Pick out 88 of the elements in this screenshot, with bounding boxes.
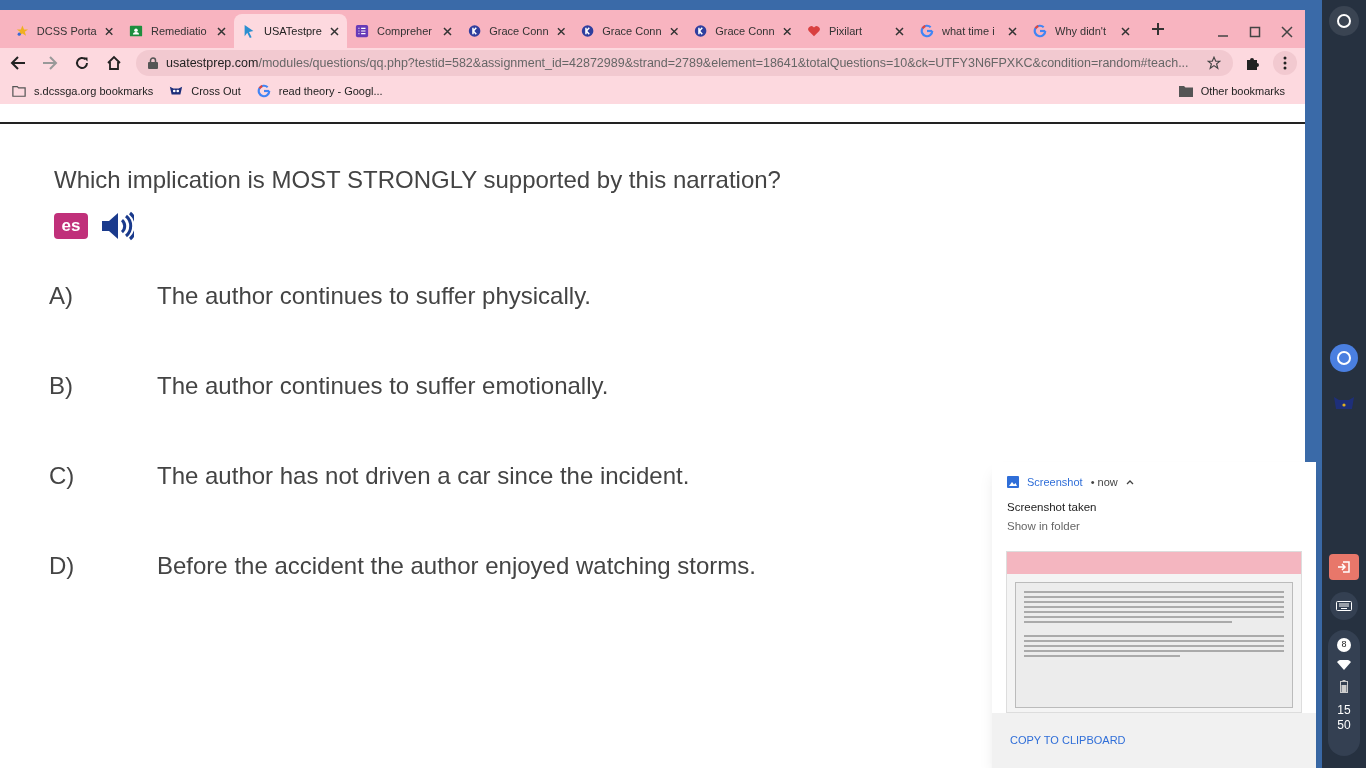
answer-letter: B)	[49, 371, 74, 401]
circle-icon	[1336, 350, 1352, 366]
star-icon[interactable]	[1207, 56, 1221, 70]
close-button[interactable]	[1281, 26, 1293, 38]
google-icon	[920, 24, 934, 38]
question-text: Which implication is MOST STRONGLY supported by this narration?	[54, 165, 782, 195]
notification-count: 8	[1337, 638, 1351, 652]
home-icon	[106, 55, 122, 71]
close-icon[interactable]	[217, 26, 226, 36]
browser-tab[interactable]: Grace Conn	[460, 14, 573, 48]
notification-subtitle: Show in folder	[1006, 518, 1081, 534]
browser-tab[interactable]: Why didn't	[1025, 14, 1138, 48]
folder-icon	[12, 84, 26, 98]
puzzle-icon	[1245, 55, 1261, 71]
k-letter-icon	[468, 24, 482, 38]
browser-tab[interactable]: Grace Conn	[573, 14, 686, 48]
battery-icon	[1340, 680, 1348, 693]
back-arrow-icon	[10, 55, 26, 71]
notification-time: • now	[1090, 475, 1118, 490]
address-bar[interactable]: usatestprep.com/modules/questions/qq.php?testid=582&assignment_id=42872989&strand=2789&element=18641&totalQuestions=10&ck=UTFY3N6FPXKC&condition=random#teach...	[136, 50, 1233, 76]
sign-in-icon	[1337, 560, 1351, 574]
maximize-button[interactable]	[1249, 26, 1261, 38]
browser-tab[interactable]: Compreher	[347, 14, 460, 48]
maximize-icon	[1249, 26, 1261, 38]
notification-title: Screenshot taken	[1006, 499, 1098, 515]
app-name: Screenshot	[1027, 475, 1083, 490]
browser-tab[interactable]: Grace Conn	[686, 14, 799, 48]
close-icon[interactable]	[1008, 26, 1017, 36]
close-icon[interactable]	[443, 26, 452, 36]
more-icon	[1283, 56, 1287, 70]
close-icon[interactable]	[104, 26, 113, 36]
close-icon[interactable]	[330, 26, 339, 36]
extensions-button[interactable]	[1245, 55, 1261, 71]
bookmark-link[interactable]: read theory - Googl...	[256, 82, 383, 100]
bookmark-link[interactable]: Cross Out	[169, 82, 241, 100]
answer-letter: D)	[49, 551, 76, 581]
close-icon	[1281, 26, 1293, 38]
launcher-button[interactable]	[1329, 6, 1359, 36]
close-icon[interactable]	[1121, 26, 1130, 36]
owl-icon	[169, 84, 184, 98]
clock-minutes: 50	[1337, 718, 1351, 733]
forward-arrow-icon	[42, 55, 58, 71]
other-bookmarks-link[interactable]: Other bookmarks	[1178, 82, 1293, 100]
menu-button[interactable]	[1273, 51, 1297, 75]
plus-icon	[1151, 22, 1165, 36]
google-icon	[1033, 24, 1047, 38]
classroom-icon	[129, 24, 143, 38]
image-icon	[1007, 476, 1019, 489]
google-icon	[256, 84, 271, 98]
cursor-icon	[242, 24, 256, 38]
wifi-icon	[1337, 660, 1351, 670]
close-icon[interactable]	[895, 26, 904, 36]
k-letter-icon	[581, 24, 595, 38]
k-letter-icon	[694, 24, 708, 38]
status-tray[interactable]: 8 15 50	[1328, 630, 1360, 756]
answer-option[interactable]: The author has not driven a car since the incident.	[157, 458, 690, 494]
exit-button[interactable]	[1329, 554, 1359, 580]
close-icon[interactable]	[556, 26, 565, 36]
star-icon	[16, 24, 29, 38]
close-icon[interactable]	[669, 26, 678, 36]
chevron-up-icon[interactable]	[1125, 479, 1134, 486]
lock-icon	[148, 57, 158, 69]
list-icon	[355, 24, 369, 38]
heart-icon	[807, 24, 821, 38]
answer-option[interactable]: The author continues to suffer emotionally.	[157, 368, 609, 404]
translate-badge[interactable]: es	[54, 213, 88, 239]
speaker-icon[interactable]	[100, 210, 134, 242]
browser-tab[interactable]: what time i	[912, 14, 1025, 48]
keyboard-button[interactable]	[1330, 592, 1358, 620]
browser-tab[interactable]: DCSS Porta	[8, 14, 121, 48]
reload-icon	[74, 55, 90, 71]
clock-hours: 15	[1337, 703, 1351, 718]
url-text: usatestprep.com/modules/questions/qq.php?testid=582&assignment_id=42872989&strand=2789&element=18641&totalQuestions=10&ck=UTFY3N6FPXKC&condition=random#teach...	[166, 54, 1190, 72]
answer-option[interactable]: Before the accident the author enjoyed watching storms.	[157, 548, 756, 584]
copy-to-clipboard-button[interactable]: COPY TO CLIPBOARD	[1010, 732, 1126, 749]
circle-icon	[1336, 13, 1352, 29]
browser-tab[interactable]: USATestpre	[234, 14, 347, 48]
keyboard-icon	[1336, 601, 1352, 611]
bookmark-link[interactable]: s.dcssga.org bookmarks	[12, 82, 154, 100]
minimize-icon	[1217, 35, 1229, 37]
browser-tab[interactable]: Remediatio	[121, 14, 234, 48]
answer-letter: C)	[49, 461, 76, 491]
answer-option[interactable]: The author continues to suffer physically.	[157, 278, 591, 314]
browser-app-icon[interactable]	[1330, 344, 1358, 372]
folder-icon	[1178, 85, 1193, 97]
answer-letter: A)	[49, 281, 74, 311]
close-icon[interactable]	[782, 26, 791, 36]
browser-tab[interactable]: Pixilart	[799, 14, 912, 48]
